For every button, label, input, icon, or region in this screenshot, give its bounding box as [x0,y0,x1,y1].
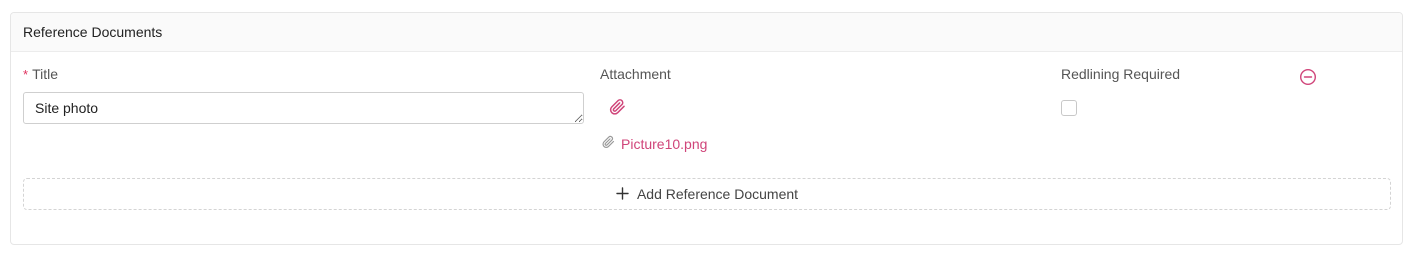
card-header: Reference Documents [11,13,1402,52]
attachment-file: Picture10.png [601,135,707,153]
section-title: Reference Documents [23,24,163,40]
required-mark: * [23,67,29,82]
add-reference-document-button[interactable]: Add Reference Document [23,178,1391,210]
title-label: * Title [23,66,58,82]
add-reference-document-label: Add Reference Document [636,186,799,202]
attachment-file-link[interactable]: Picture10.png [621,136,707,152]
minus-circle-icon[interactable] [1299,68,1317,86]
title-input[interactable] [23,92,584,124]
paperclip-icon[interactable] [608,98,626,116]
redlining-checkbox[interactable] [1061,100,1077,116]
file-paperclip-icon [601,135,615,154]
reference-documents-card: Reference Documents *Title Attachment Pi… [10,12,1403,245]
plus-icon [616,185,629,203]
redlining-label: Redlining Required [1061,66,1181,82]
attachment-label: Attachment [600,66,671,82]
